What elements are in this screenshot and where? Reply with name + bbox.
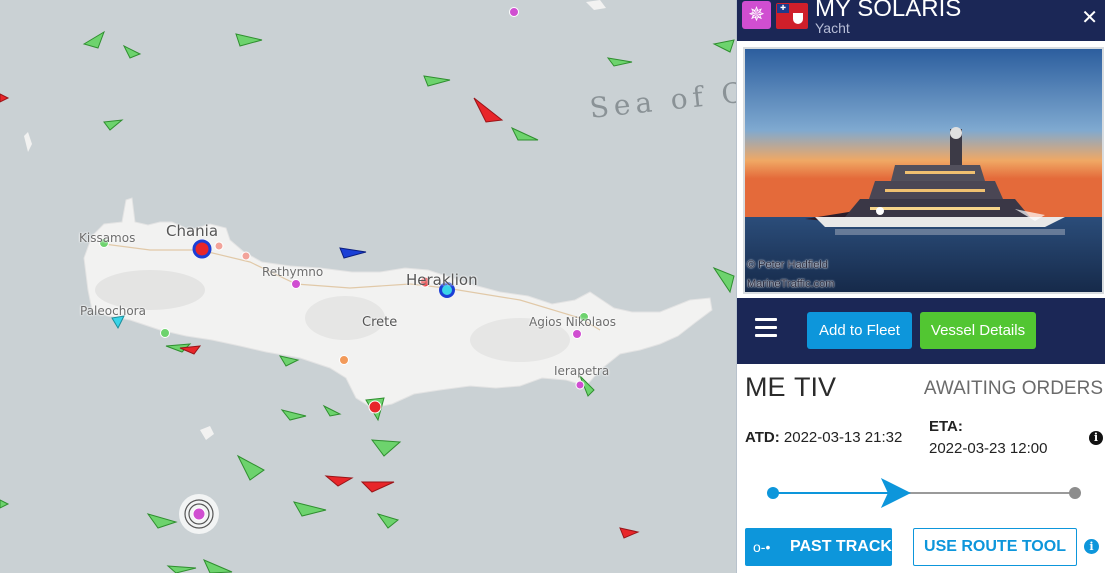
place-label-kissamos: Kissamos [79, 231, 136, 245]
use-route-tool-button[interactable]: USE ROUTE TOOL [913, 528, 1077, 566]
vessel-marker[interactable] [510, 126, 539, 141]
vessel-marker[interactable] [619, 527, 640, 539]
pleasure-craft-dot[interactable] [572, 329, 582, 339]
vessel-marker[interactable] [0, 93, 10, 103]
eta-value: 2022-03-23 12:00 [929, 440, 1048, 457]
pleasure-craft-dot[interactable] [291, 279, 301, 289]
port-dot[interactable] [368, 400, 382, 414]
vessel-details-button[interactable]: Vessel Details [920, 312, 1036, 349]
map-canvas[interactable] [0, 0, 737, 573]
vessel-marker[interactable] [103, 119, 124, 131]
port-cluster-marker[interactable] [192, 239, 212, 259]
place-label-agios-nikolaos: Agios Nikolaos [529, 315, 617, 329]
track-icon: o-• [753, 539, 771, 555]
vessel-marker[interactable] [712, 39, 735, 53]
vessel-marker[interactable] [712, 266, 735, 294]
vessel-marker[interactable] [360, 481, 395, 493]
photo-source: MarineTraffic.com [747, 278, 835, 290]
vessel-marker[interactable] [606, 57, 633, 67]
gavdos-island [200, 426, 214, 440]
to-port[interactable]: TIV [794, 372, 836, 403]
eta-label: ETA: [929, 418, 963, 435]
small-island [586, 0, 606, 10]
vessel-marker[interactable] [82, 30, 105, 49]
atd-label: ATD: [745, 429, 780, 446]
pleasure-craft-dot[interactable] [509, 7, 519, 17]
vessel-marker[interactable] [280, 409, 307, 421]
vessel-marker[interactable] [203, 559, 233, 573]
navigation-status: AWAITING ORDERS [923, 378, 1103, 399]
vessel-marker[interactable] [324, 475, 354, 487]
vessel-marker[interactable] [322, 404, 342, 417]
vessel-type: Yacht [815, 20, 850, 36]
port-dot[interactable] [241, 251, 251, 261]
vessel-marker[interactable] [370, 439, 402, 457]
from-port[interactable]: ME [745, 372, 786, 403]
vessel-marker[interactable] [235, 33, 263, 47]
add-to-fleet-button[interactable]: Add to Fleet [807, 312, 912, 349]
panel-header: ✵ ✚ MY SOLARIS Yacht ✕ [737, 0, 1105, 41]
atd-row: ATD: 2022-03-13 21:32 [745, 429, 902, 446]
place-label-chania: Chania [166, 222, 219, 240]
past-track-button[interactable]: o-• PAST TRACK [745, 528, 892, 566]
progress-start-dot [767, 487, 779, 499]
vessel-photo-image [745, 49, 1102, 292]
ship-wheel-icon: ✵ [742, 1, 771, 29]
vessel-info-panel: ✵ ✚ MY SOLARIS Yacht ✕ © Peter Hadfield … [736, 0, 1105, 573]
place-label-ierapetra: Ierapetra [554, 364, 610, 378]
atd-value: 2022-03-13 21:32 [783, 429, 903, 446]
vessel-marker[interactable] [0, 499, 10, 509]
port-dot[interactable] [160, 328, 170, 338]
place-label-heraklion: Heraklion [406, 271, 478, 289]
vessel-marker[interactable] [423, 75, 451, 87]
vessel-marker[interactable] [236, 454, 265, 481]
port-dot[interactable] [214, 241, 224, 251]
vessel-marker[interactable] [122, 44, 142, 59]
past-track-label: PAST TRACK [790, 538, 892, 555]
vessel-photo[interactable]: © Peter Hadfield MarineTraffic.com [743, 47, 1104, 294]
vessel-marker[interactable] [473, 97, 504, 123]
vessel-marker[interactable] [166, 565, 197, 573]
vessel-marker[interactable] [146, 513, 178, 529]
vessel-marker[interactable] [376, 513, 400, 529]
progress-end-dot [1069, 487, 1081, 499]
photo-credit: © Peter Hadfield [747, 259, 828, 271]
place-label-paleochora: Paleochora [80, 304, 146, 318]
port-dot[interactable] [339, 355, 349, 365]
pleasure-craft-dot[interactable] [575, 380, 585, 390]
info-icon[interactable]: i [1089, 431, 1103, 445]
voyage-progress [767, 478, 1081, 508]
map-view[interactable]: Sea of Cr Kissamos Chania Rethymno Herak… [0, 0, 737, 573]
close-icon[interactable]: ✕ [1081, 5, 1098, 30]
bermuda-flag-icon: ✚ [776, 3, 808, 29]
small-island [24, 132, 32, 152]
passenger-vessel-marker[interactable] [339, 247, 367, 259]
place-label-rethymno: Rethymno [262, 265, 324, 279]
selected-vessel-dot [192, 507, 206, 521]
route-info-icon[interactable]: i [1084, 539, 1099, 554]
vessel-marker[interactable] [292, 501, 327, 517]
panel-toolbar: Add to Fleet Vessel Details [737, 298, 1105, 364]
hamburger-menu-icon[interactable] [755, 318, 777, 338]
place-label-crete: Crete [362, 315, 398, 330]
